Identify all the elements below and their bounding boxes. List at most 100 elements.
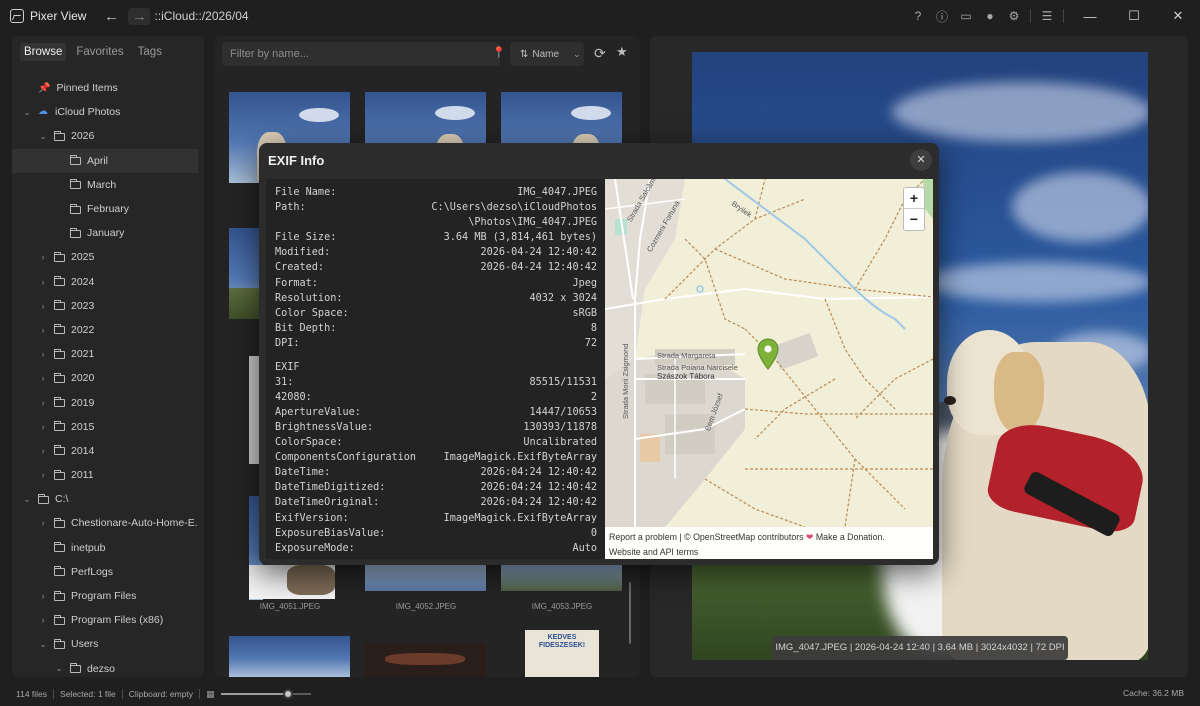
- chevron-right-icon[interactable]: ›: [38, 301, 48, 311]
- folder-icon: [54, 324, 65, 335]
- chevron-right-icon[interactable]: ›: [38, 349, 48, 359]
- chevron-right-icon[interactable]: ›: [38, 422, 48, 432]
- menu-icon[interactable]: ☰: [1035, 9, 1059, 23]
- thumbnail[interactable]: [229, 636, 350, 677]
- tree-item[interactable]: › 2020: [12, 366, 198, 390]
- sort-button[interactable]: ⇅ Name ⌄: [510, 42, 584, 66]
- tree-item[interactable]: 📌 Pinned Items: [12, 76, 198, 100]
- tab-tags[interactable]: Tags: [134, 43, 166, 61]
- chevron-down-icon[interactable]: ⌄: [22, 494, 32, 505]
- thumbnail-size-slider[interactable]: [220, 689, 311, 699]
- thumbnail[interactable]: [365, 565, 486, 591]
- location-map[interactable]: Strada Margareta Strada Poiana Narcisele…: [605, 179, 933, 559]
- exif-list[interactable]: File Name: IMG_4047.JPEG Path: C:\Users\dez…: [266, 179, 605, 559]
- tree-item[interactable]: ⌄ dezso: [12, 657, 198, 678]
- tree-item[interactable]: › 2014: [12, 439, 198, 463]
- title-separator: [1030, 9, 1031, 23]
- tree-item-label: 2024: [71, 275, 95, 288]
- gear-icon[interactable]: ⚙: [1002, 9, 1026, 23]
- chevron-right-icon[interactable]: ›: [38, 277, 48, 287]
- help-icon[interactable]: ?: [906, 9, 930, 23]
- tree-item[interactable]: April: [12, 148, 198, 173]
- tree-item[interactable]: January: [12, 221, 198, 245]
- tree-item[interactable]: › Program Files (x86): [12, 608, 198, 632]
- terms-link[interactable]: Website and API terms: [609, 545, 929, 560]
- thumbnail[interactable]: KEDVES FIDESZESEK!: [525, 630, 599, 677]
- tree-item[interactable]: › Chestionare-Auto-Home-E...: [12, 511, 199, 535]
- chevron-right-icon[interactable]: ›: [38, 615, 48, 625]
- tree-item[interactable]: › 2015: [12, 415, 198, 439]
- tree-item[interactable]: March: [12, 173, 198, 197]
- tree-item[interactable]: ⌄ 2026: [12, 124, 198, 148]
- monitor-icon[interactable]: ▭: [954, 9, 978, 23]
- close-window-button[interactable]: ✕: [1156, 8, 1200, 24]
- chevron-right-icon[interactable]: ›: [38, 446, 48, 456]
- tree-item[interactable]: › 2021: [12, 342, 198, 366]
- info-icon[interactable]: ⓘ: [930, 8, 954, 25]
- tree-item[interactable]: February: [12, 197, 198, 221]
- dialog-title: EXIF Info: [268, 153, 325, 168]
- exif-value: 85515/11531: [529, 376, 597, 388]
- chevron-down-icon[interactable]: ⌄: [38, 639, 48, 650]
- exif-row: Bit Depth: 8: [275, 321, 597, 336]
- browser-scrollbar[interactable]: [629, 582, 631, 644]
- chevron-right-icon[interactable]: ›: [38, 470, 48, 480]
- exif-row: ExposureMode: Auto: [275, 541, 597, 556]
- exif-key: Path:: [275, 202, 306, 214]
- tree-item[interactable]: › 2022: [12, 318, 198, 342]
- exif-section-header: EXIF: [275, 361, 300, 373]
- forward-button[interactable]: →: [128, 7, 151, 25]
- tree-item[interactable]: › 2025: [12, 245, 198, 269]
- refresh-icon[interactable]: ⟳: [594, 45, 606, 62]
- tree-item[interactable]: ⌄ C:\: [12, 487, 198, 511]
- chevron-down-icon[interactable]: ⌄: [22, 107, 32, 118]
- back-button[interactable]: ←: [100, 8, 122, 25]
- chevron-right-icon[interactable]: ›: [38, 325, 48, 335]
- thumbnail[interactable]: [229, 228, 259, 319]
- slider-handle[interactable]: [283, 689, 294, 699]
- folder-icon: [54, 590, 65, 601]
- chevron-down-icon[interactable]: ⌄: [54, 663, 64, 674]
- current-path: ::iCloud::/2026/04: [154, 9, 249, 23]
- filter-input[interactable]: Filter by name...: [222, 42, 500, 66]
- chevron-right-icon[interactable]: ›: [38, 252, 48, 262]
- star-icon[interactable]: ★: [616, 44, 628, 60]
- thumbnail[interactable]: [365, 643, 486, 677]
- tree-item[interactable]: › 2011: [12, 463, 198, 487]
- close-dialog-button[interactable]: ✕: [910, 149, 932, 171]
- app-logo-icon: [10, 9, 24, 23]
- tree-item-label: 2021: [71, 348, 95, 361]
- tree-item[interactable]: PerfLogs: [12, 560, 198, 584]
- pin-icon[interactable]: 📍: [492, 46, 506, 59]
- tree-item[interactable]: ⌄ ☁ iCloud Photos: [12, 100, 198, 124]
- zoom-out-button[interactable]: −: [904, 209, 924, 230]
- pin-icon: 📌: [38, 82, 51, 94]
- thumbnail[interactable]: [249, 565, 335, 599]
- exif-row: File Size: 3.64 MB (3,814,461 bytes): [275, 230, 597, 245]
- tree-item[interactable]: › 2024: [12, 270, 198, 294]
- maximize-button[interactable]: ☐: [1112, 8, 1156, 24]
- tree-item[interactable]: ⌄ Users: [12, 632, 198, 656]
- tree-item[interactable]: › Program Files: [12, 584, 198, 608]
- folder-icon: [70, 179, 81, 190]
- chevron-right-icon[interactable]: ›: [38, 591, 48, 601]
- tree-item[interactable]: inetpub: [12, 536, 198, 560]
- tree-item[interactable]: › 2019: [12, 390, 198, 414]
- chevron-right-icon[interactable]: ›: [38, 373, 48, 383]
- tree-item[interactable]: › 2023: [12, 294, 198, 318]
- status-separator: [199, 689, 201, 699]
- chevron-right-icon[interactable]: ›: [38, 518, 48, 528]
- thumbnail[interactable]: [501, 565, 622, 591]
- attribution-link[interactable]: Report a problem | © OpenStreetMap contr…: [609, 532, 804, 542]
- donation-link[interactable]: Make a Donation.: [816, 532, 885, 542]
- exif-row: DateTime: 2026:04:24 12:40:42: [275, 465, 597, 480]
- chevron-right-icon[interactable]: ›: [38, 398, 48, 408]
- minimize-button[interactable]: —: [1068, 9, 1112, 24]
- tree-item-label: Pinned Items: [56, 82, 118, 95]
- zoom-in-button[interactable]: +: [904, 188, 924, 209]
- folder-icon: [70, 227, 81, 238]
- tab-favorites[interactable]: Favorites: [72, 43, 127, 61]
- tab-browse[interactable]: Browse: [20, 43, 67, 61]
- circle-icon[interactable]: ●: [978, 9, 1002, 23]
- chevron-down-icon[interactable]: ⌄: [38, 131, 48, 142]
